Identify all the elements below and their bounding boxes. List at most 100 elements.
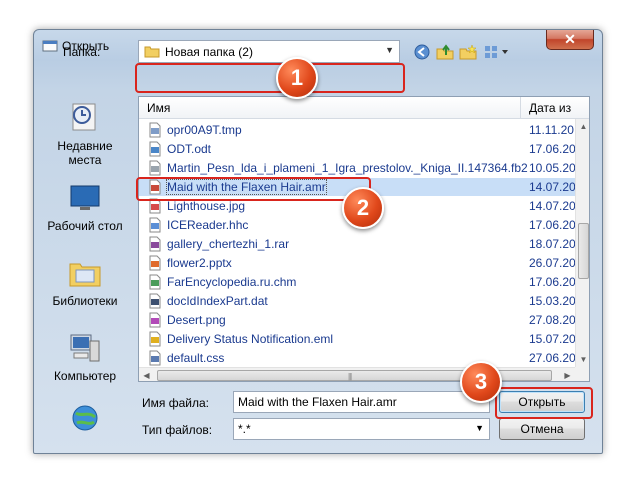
column-separator[interactable]: [520, 97, 521, 119]
eml-file-icon: [149, 331, 161, 347]
png-file-icon: [149, 312, 161, 328]
vertical-scroll-thumb[interactable]: [578, 223, 589, 279]
chm-file-icon: [149, 274, 161, 290]
file-date: 15.07.20: [529, 332, 576, 346]
file-name: default.css: [167, 351, 225, 365]
chevron-down-icon[interactable]: ▼: [385, 45, 394, 55]
back-icon[interactable]: [413, 44, 431, 60]
file-date: 27.08.20: [529, 313, 576, 327]
scroll-right-icon[interactable]: ▶: [560, 368, 575, 381]
file-row[interactable]: Delivery Status Notification.eml 15.07.20: [139, 330, 576, 348]
scrollbar-corner: [575, 367, 589, 381]
view-menu-icon[interactable]: [484, 44, 510, 60]
close-button[interactable]: ✕: [546, 30, 594, 50]
file-date: 17.06.20: [529, 275, 576, 289]
open-button-highlight: [495, 387, 593, 419]
file-date: 26.07.20: [529, 256, 576, 270]
file-date: 14.07.20: [529, 199, 576, 213]
up-folder-icon[interactable]: [436, 44, 454, 60]
file-row[interactable]: default.css 27.06.20: [139, 349, 576, 367]
chevron-down-icon[interactable]: ▼: [475, 423, 484, 433]
css-file-icon: [149, 350, 161, 366]
place-computer[interactable]: Компьютер: [40, 331, 130, 383]
column-header: Имя Дата из: [139, 97, 589, 119]
place-network[interactable]: [40, 403, 130, 441]
file-row[interactable]: gallery_chertezhi_1.rar 18.07.20: [139, 235, 576, 253]
file-date: 10.05.20: [529, 161, 576, 175]
place-label: Недавние места: [57, 139, 113, 167]
computer-icon: [70, 334, 100, 362]
open-dialog-icon: [42, 40, 58, 52]
libraries-icon: [69, 263, 101, 287]
file-name: ODT.odt: [167, 142, 212, 156]
filename-input[interactable]: Maid with the Flaxen Hair.amr: [233, 391, 490, 413]
file-name: Lighthouse.jpg: [167, 199, 246, 213]
file-name: ICEReader.hhc: [167, 218, 249, 232]
file-date: 14.07.20: [529, 180, 576, 194]
step-badge-2: 2: [342, 187, 384, 229]
file-date: 17.06.20: [529, 218, 576, 232]
folder-value: Новая папка (2): [165, 45, 253, 59]
file-row[interactable]: Desert.png 27.08.20: [139, 311, 576, 329]
place-label: Компьютер: [53, 369, 117, 383]
tmp-file-icon: [149, 122, 161, 138]
scroll-up-icon[interactable]: ▲: [576, 119, 589, 134]
file-name: Delivery Status Notification.eml: [167, 332, 334, 346]
file-name: gallery_chertezhi_1.rar: [167, 237, 290, 251]
folder-combobox[interactable]: Новая папка (2) ▼: [138, 40, 400, 63]
filetype-value: *.*: [238, 422, 251, 436]
horizontal-scrollbar[interactable]: ◀ ||| ▶: [139, 367, 575, 381]
rar-file-icon: [149, 236, 161, 252]
scroll-down-icon[interactable]: ▼: [576, 352, 589, 367]
file-name: FarEncyclopedia.ru.chm: [167, 275, 297, 289]
place-libraries[interactable]: Библиотеки: [40, 256, 130, 308]
file-date: 18.07.20: [529, 237, 576, 251]
place-desktop[interactable]: Рабочий стол: [40, 181, 130, 233]
file-name: Martin_Pesn_lda_i_plameni_1_Igra_prestol…: [167, 161, 528, 175]
folder-icon: [144, 46, 160, 58]
file-name: opr00A9T.tmp: [167, 123, 242, 137]
file-date: 27.06.20: [529, 351, 576, 365]
file-date: 11.11.20: [529, 123, 574, 137]
new-folder-icon[interactable]: [459, 44, 477, 60]
place-label: Рабочий стол: [47, 219, 123, 233]
column-name-header[interactable]: Имя: [147, 101, 170, 115]
place-label: Библиотеки: [52, 294, 118, 308]
file-row[interactable]: docIdIndexPart.dat 15.03.20: [139, 292, 576, 310]
file-row[interactable]: ODT.odt 17.06.20: [139, 140, 576, 158]
file-name: flower2.pptx: [167, 256, 232, 270]
column-date-header[interactable]: Дата из: [529, 101, 571, 115]
fb2-file-icon: [149, 160, 161, 176]
filetype-label: Тип файлов:: [142, 423, 213, 437]
filename-label: Имя файла:: [142, 396, 209, 410]
filename-value: Maid with the Flaxen Hair.amr: [238, 395, 397, 409]
step-badge-3: 3: [460, 361, 502, 403]
desktop-icon: [70, 185, 100, 210]
folder-highlight: [135, 63, 405, 93]
file-list[interactable]: Имя Дата из opr00A9T.tmp 11.11.20 ODT.odt 1…: [138, 96, 590, 382]
file-row[interactable]: Martin_Pesn_lda_i_plameni_1_Igra_prestol…: [139, 159, 576, 177]
places-bar: Недавние места Рабочий стол Библиотеки К…: [40, 93, 130, 431]
file-date: 17.06.20: [529, 142, 576, 156]
file-row[interactable]: FarEncyclopedia.ru.chm 17.06.20: [139, 273, 576, 291]
file-date: 15.03.20: [529, 294, 576, 308]
file-name: Desert.png: [167, 313, 226, 327]
place-recent[interactable]: Недавние места: [40, 101, 130, 167]
pptx-file-icon: [149, 255, 161, 271]
network-icon: [72, 405, 98, 431]
grip-icon: |||: [348, 372, 352, 381]
scroll-left-icon[interactable]: ◀: [139, 368, 154, 381]
file-row[interactable]: flower2.pptx 26.07.20: [139, 254, 576, 272]
recent-places-icon: [72, 103, 96, 131]
file-name: docIdIndexPart.dat: [167, 294, 268, 308]
file-highlight: [136, 177, 371, 201]
folder-label: Папка:: [63, 45, 101, 59]
cancel-button[interactable]: Отмена: [499, 418, 585, 440]
step-badge-1: 1: [276, 57, 318, 99]
hhc-file-icon: [149, 217, 161, 233]
file-row[interactable]: opr00A9T.tmp 11.11.20: [139, 121, 575, 139]
odt-file-icon: [149, 141, 161, 157]
dat-file-icon: [149, 293, 161, 309]
vertical-scrollbar[interactable]: ▲ ▼: [575, 119, 589, 367]
filetype-select[interactable]: *.* ▼: [233, 418, 490, 440]
